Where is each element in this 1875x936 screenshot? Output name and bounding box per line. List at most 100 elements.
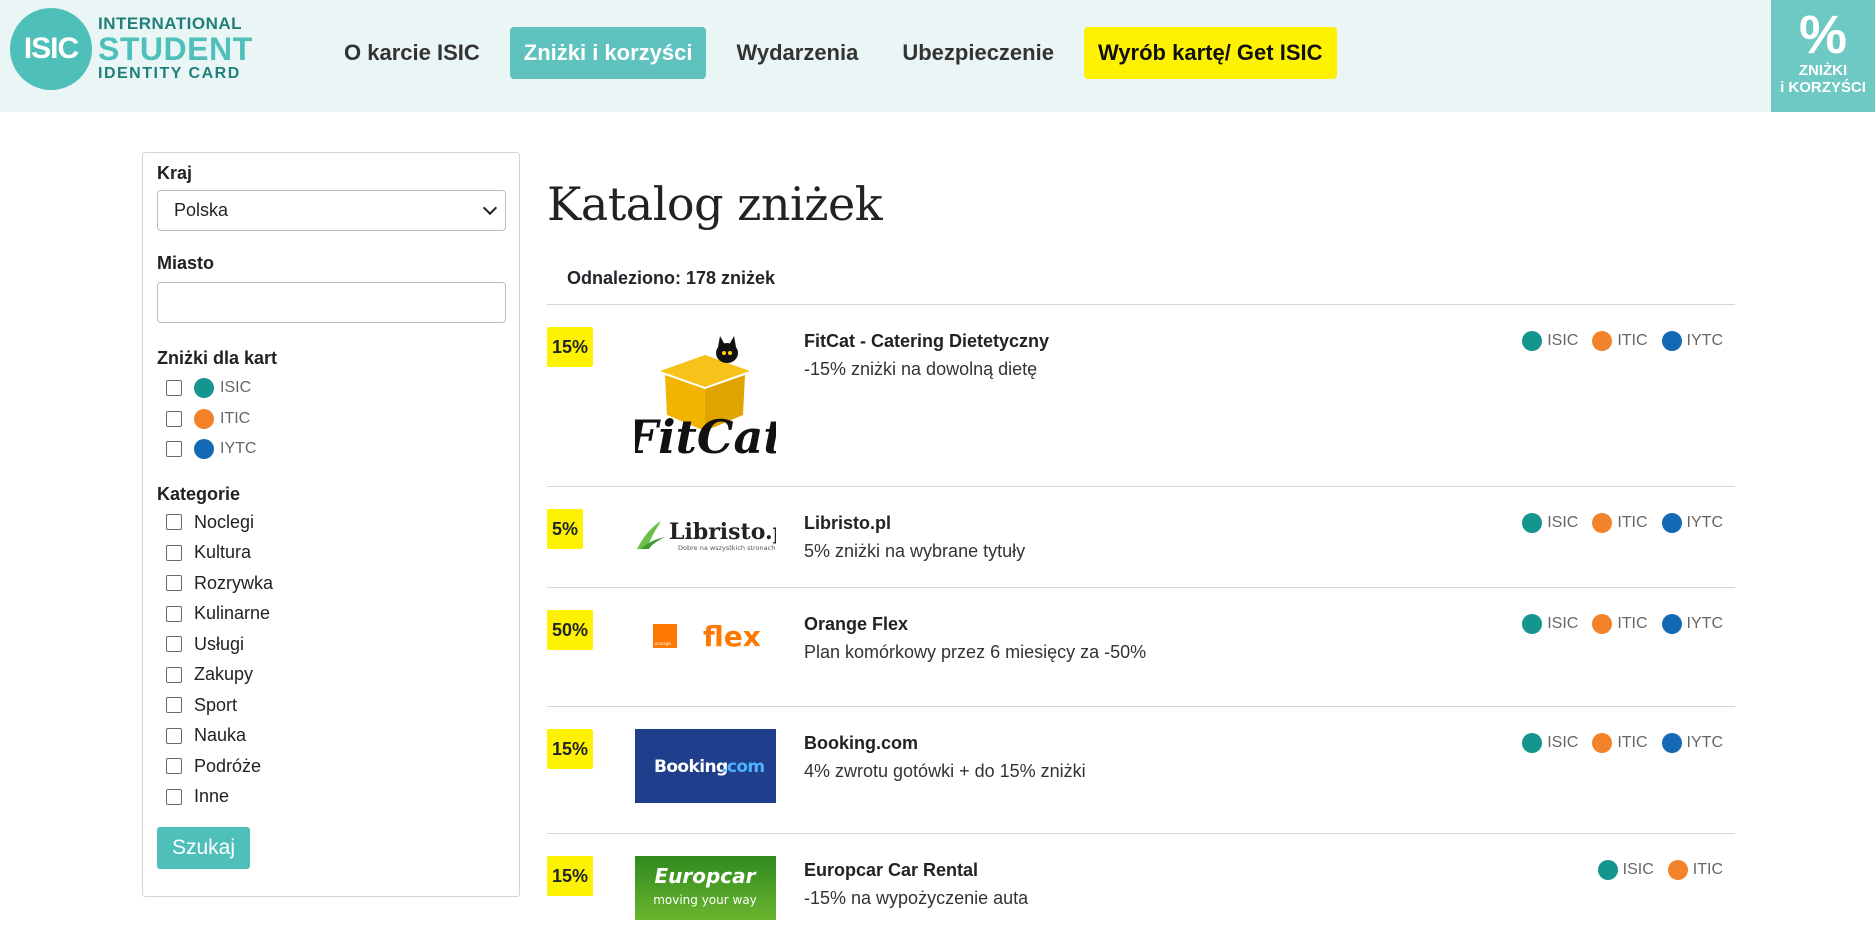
results-count: Odnaleziono: 178 zniżek xyxy=(567,268,776,288)
category-label: Sport xyxy=(194,694,238,715)
card-filter-itic[interactable]: ITIC xyxy=(157,404,277,435)
iytc-dot-icon xyxy=(1661,331,1682,351)
card-tag-label: ITIC xyxy=(1692,861,1723,878)
category-nauka[interactable]: Nauka xyxy=(157,721,273,752)
isic-dot-icon xyxy=(194,378,214,399)
card-tags: ISIC ITIC IYTC xyxy=(1508,733,1723,753)
category-label: Kultura xyxy=(194,542,252,563)
item-name[interactable]: Europcar Car Rental xyxy=(804,860,1028,881)
list-item[interactable]: 5% Libristo.pl Dobre na wszystkich stron… xyxy=(547,487,1735,588)
orange-flex-logo[interactable]: orange flex xyxy=(635,614,776,658)
isic-logo[interactable]: ISIC INTERNATIONAL STUDENT IDENTITY CARD xyxy=(10,8,252,92)
category-podroze[interactable]: Podróże xyxy=(157,751,273,782)
discount-list: 15% FitCat FitCat - Catering Dietetyczny… xyxy=(547,304,1735,924)
card-tags: ISIC ITIC IYTC xyxy=(1508,614,1723,634)
country-label: Kraj xyxy=(157,163,193,183)
checkbox[interactable] xyxy=(166,788,182,805)
category-uslugi[interactable]: Usługi xyxy=(157,629,273,660)
get-isic-button[interactable]: Wyrób kartę/ Get ISIC xyxy=(1083,27,1337,79)
filter-sidebar: Kraj Polska Miasto Zniżki dla kart ISIC … xyxy=(142,152,520,897)
category-noclegi[interactable]: Noclegi xyxy=(157,507,273,538)
item-info: Libristo.pl 5% zniżki na wybrane tytuły xyxy=(804,513,1025,562)
discount-badge: 5% xyxy=(547,509,584,549)
nav-o-karcie-isic[interactable]: O karcie ISIC xyxy=(330,27,494,79)
discount-badge: 15% xyxy=(547,856,594,896)
fitcat-logo[interactable]: FitCat xyxy=(635,323,776,471)
checkbox[interactable] xyxy=(166,666,182,683)
percent-icon: % xyxy=(1798,5,1847,65)
category-kulinarne[interactable]: Kulinarne xyxy=(157,599,273,630)
card-tags: ISIC ITIC xyxy=(1584,860,1723,880)
nav-ubezpieczenie[interactable]: Ubezpieczenie xyxy=(888,27,1068,79)
card-tag-isic: ISIC xyxy=(1522,331,1578,351)
card-tag-iytc: IYTC xyxy=(1661,513,1723,533)
item-info: Orange Flex Plan komórkowy przez 6 miesi… xyxy=(804,614,1146,663)
list-item[interactable]: 50% orange flex Orange Flex Plan komórko… xyxy=(547,588,1735,707)
isic-dot-icon xyxy=(1597,860,1618,880)
card-tag-label: ISIC xyxy=(1547,332,1579,349)
checkbox[interactable] xyxy=(166,410,182,427)
list-item[interactable]: 15% Europcar moving your way Europcar Ca… xyxy=(547,834,1735,924)
checkbox[interactable] xyxy=(166,605,182,622)
card-tag-itic: ITIC xyxy=(1592,513,1648,533)
card-tags: ISIC ITIC IYTC xyxy=(1508,331,1723,351)
iytc-dot-icon xyxy=(1661,513,1682,533)
category-sport[interactable]: Sport xyxy=(157,690,273,721)
checkbox[interactable] xyxy=(166,380,182,397)
checkbox[interactable] xyxy=(166,727,182,744)
category-inne[interactable]: Inne xyxy=(157,782,273,813)
category-kultura[interactable]: Kultura xyxy=(157,538,273,569)
itic-dot-icon xyxy=(1592,331,1613,351)
card-tag-label: ITIC xyxy=(1617,332,1648,349)
card-tag-label: ITIC xyxy=(1617,514,1648,531)
card-filter-label: ISIC xyxy=(220,379,252,397)
card-filter-section: Zniżki dla kart ISIC ITIC IYTC xyxy=(157,348,277,465)
list-item[interactable]: 15% Booking .com Booking.com 4% zwrotu g… xyxy=(547,707,1735,834)
item-name[interactable]: Orange Flex xyxy=(804,614,1146,635)
category-label: Podróże xyxy=(194,755,262,776)
category-label: Noclegi xyxy=(194,511,255,532)
itic-dot-icon xyxy=(1592,614,1613,634)
isic-logo-mark: ISIC xyxy=(10,8,92,90)
discounts-promo-tab[interactable]: % ZNIŻKI i KORZYŚCI xyxy=(1771,0,1875,112)
checkbox[interactable] xyxy=(166,636,182,653)
item-name[interactable]: FitCat - Catering Dietetyczny xyxy=(804,331,1049,352)
card-tag-label: IYTC xyxy=(1686,332,1723,349)
isic-logo-wordmark: INTERNATIONAL STUDENT IDENTITY CARD xyxy=(98,15,253,82)
list-item[interactable]: 15% FitCat FitCat - Catering Dietetyczny… xyxy=(547,305,1735,487)
search-button[interactable]: Szukaj xyxy=(157,827,251,869)
city-input[interactable] xyxy=(157,282,506,323)
card-tag-label: ITIC xyxy=(1617,734,1648,751)
itic-dot-icon xyxy=(1592,733,1613,753)
item-name[interactable]: Booking.com xyxy=(804,733,1086,754)
checkbox[interactable] xyxy=(166,441,182,458)
city-label: Miasto xyxy=(157,253,215,273)
card-tags: ISIC ITIC IYTC xyxy=(1508,513,1723,533)
category-rozrywka[interactable]: Rozrywka xyxy=(157,568,273,599)
card-tag-iytc: IYTC xyxy=(1661,331,1723,351)
checkbox[interactable] xyxy=(166,758,182,775)
card-tag-isic: ISIC xyxy=(1522,513,1578,533)
svg-text:.com: .com xyxy=(721,757,765,777)
item-description: Plan komórkowy przez 6 miesięcy za -50% xyxy=(804,642,1147,662)
category-zakupy[interactable]: Zakupy xyxy=(157,660,273,691)
card-filter-isic[interactable]: ISIC xyxy=(157,373,277,404)
checkbox[interactable] xyxy=(166,514,182,531)
site-header: ISIC INTERNATIONAL STUDENT IDENTITY CARD… xyxy=(0,0,1875,112)
nav-znizki-i-korzysci[interactable]: Zniżki i korzyści xyxy=(509,27,707,79)
booking-logo[interactable]: Booking .com xyxy=(635,729,776,803)
nav-wydarzenia[interactable]: Wydarzenia xyxy=(722,27,872,79)
isic-dot-icon xyxy=(1522,513,1543,533)
orange-flex-logo-image: orange flex xyxy=(653,620,761,653)
card-tag-isic: ISIC xyxy=(1522,614,1578,634)
libristo-logo-image: Libristo.pl Dobre na wszystkich stronach xyxy=(637,519,776,552)
card-filter-iytc[interactable]: IYTC xyxy=(157,434,277,465)
libristo-logo[interactable]: Libristo.pl Dobre na wszystkich stronach xyxy=(635,515,776,555)
checkbox[interactable] xyxy=(166,575,182,592)
europcar-logo[interactable]: Europcar moving your way xyxy=(635,856,776,920)
checkbox[interactable] xyxy=(166,544,182,561)
card-tag-label: IYTC xyxy=(1686,734,1723,751)
country-select[interactable]: Polska xyxy=(157,190,506,231)
checkbox[interactable] xyxy=(166,697,182,714)
item-name[interactable]: Libristo.pl xyxy=(804,513,1025,534)
